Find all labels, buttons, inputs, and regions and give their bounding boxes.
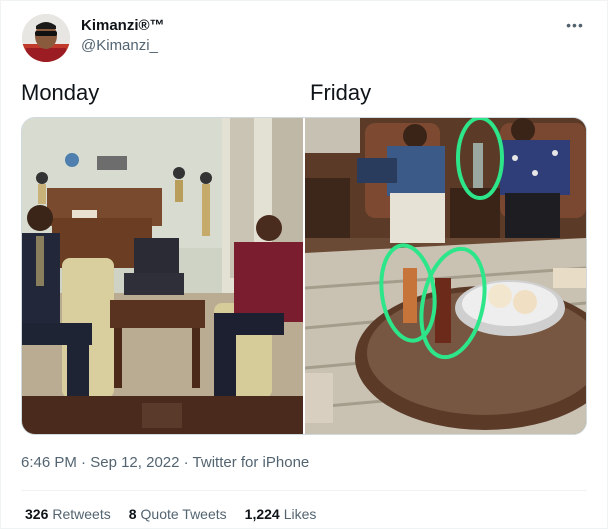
tweet-source[interactable]: Twitter for iPhone — [193, 454, 310, 471]
tweet-card: Kimanzi®™ @Kimanzi_ ••• Monday Friday 6:… — [0, 0, 608, 529]
likes-label: Likes — [283, 506, 317, 522]
caption-right: Friday — [310, 80, 372, 105]
photo-monday[interactable] — [22, 118, 303, 434]
divider — [21, 490, 587, 491]
caption-left: Monday — [21, 80, 100, 105]
tweet-stats: 326 Retweets 8 Quote Tweets 1,224 Likes — [25, 506, 316, 522]
avatar[interactable] — [22, 14, 70, 62]
display-name[interactable]: Kimanzi®™ — [81, 16, 165, 35]
likes-stat[interactable]: 1,224 Likes — [245, 506, 317, 522]
more-options-button[interactable]: ••• — [563, 15, 587, 35]
avatar-image — [22, 14, 70, 62]
photo-friday[interactable] — [305, 118, 586, 434]
quote-tweets-label: Quote Tweets — [140, 506, 227, 522]
tweet-meta: 6:46 PM · Sep 12, 2022 · Twitter for iPh… — [21, 453, 309, 473]
photo-friday-image — [305, 118, 586, 434]
retweets-label: Retweets — [52, 506, 111, 522]
author-info: Kimanzi®™ @Kimanzi_ — [81, 16, 165, 55]
photo-monday-image — [22, 118, 303, 434]
retweets-stat[interactable]: 326 Retweets — [25, 506, 111, 522]
meta-separator: · — [76, 454, 91, 471]
meta-separator-2: · — [179, 454, 193, 471]
quote-tweets-count: 8 — [128, 506, 137, 522]
tweet-date[interactable]: Sep 12, 2022 — [90, 454, 179, 471]
more-horizontal-icon: ••• — [566, 17, 584, 33]
retweets-count: 326 — [25, 506, 49, 522]
user-handle[interactable]: @Kimanzi_ — [81, 36, 165, 55]
likes-count: 1,224 — [244, 506, 280, 522]
media-grid — [21, 117, 587, 435]
tweet-time[interactable]: 6:46 PM — [21, 454, 77, 471]
quote-tweets-stat[interactable]: 8 Quote Tweets — [129, 506, 227, 522]
